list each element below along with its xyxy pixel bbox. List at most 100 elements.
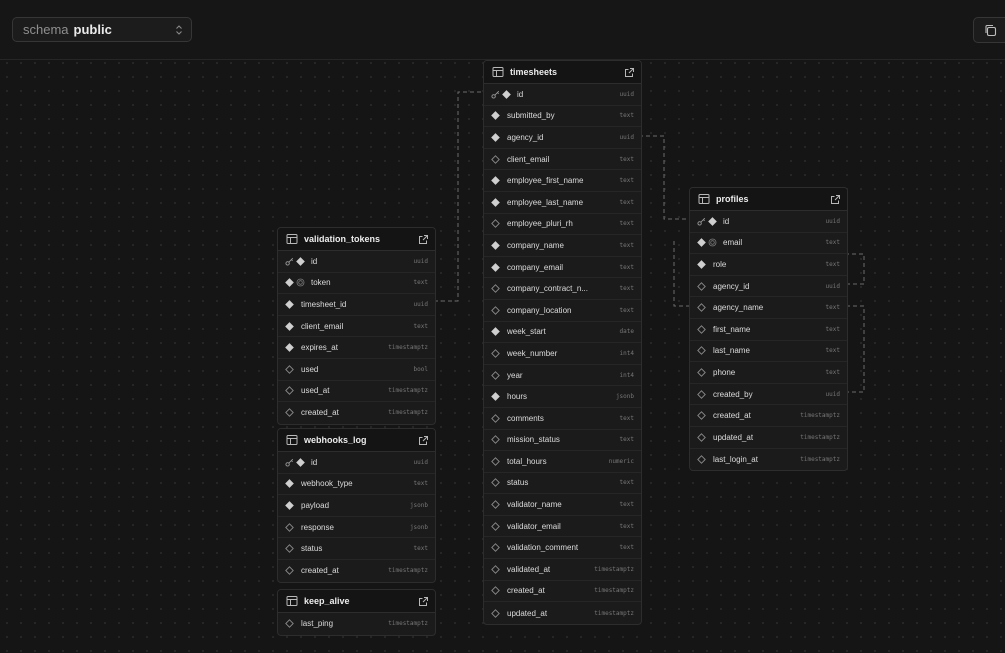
column-row[interactable]: phone text (690, 362, 847, 384)
column-name: year (507, 370, 523, 380)
column-row[interactable]: client_email text (278, 316, 435, 338)
column-type: text (619, 177, 634, 185)
nullable-diamond-icon (285, 364, 294, 374)
column-icons (285, 544, 297, 554)
column-row[interactable]: agency_id uuid (690, 276, 847, 298)
column-row[interactable]: created_at timestamptz (690, 405, 847, 427)
column-row[interactable]: created_at timestamptz (278, 560, 435, 582)
column-name: token (311, 278, 331, 288)
table-card-timesheets[interactable]: timesheets id uuid submitted_by text agency_i… (483, 60, 642, 625)
column-row[interactable]: week_start date (484, 322, 641, 344)
external-link-icon[interactable] (418, 596, 429, 607)
external-link-icon[interactable] (830, 194, 841, 205)
column-row[interactable]: status text (278, 538, 435, 560)
column-row[interactable]: created_at timestamptz (484, 581, 641, 603)
column-row[interactable]: updated_at timestamptz (484, 602, 641, 624)
column-type: text (619, 501, 634, 509)
column-name: last_name (713, 346, 750, 356)
column-row[interactable]: expires_at timestamptz (278, 337, 435, 359)
column-name: email (723, 238, 743, 248)
column-row[interactable]: agency_name text (690, 297, 847, 319)
column-row[interactable]: total_hours numeric (484, 451, 641, 473)
column-row[interactable]: employee_last_name text (484, 192, 641, 214)
column-icons (285, 278, 307, 288)
column-row[interactable]: response jsonb (278, 517, 435, 539)
column-row[interactable]: company_contract_n... text (484, 278, 641, 300)
schema-select[interactable]: schema public (12, 17, 192, 42)
table-header[interactable]: timesheets (484, 61, 641, 84)
column-row[interactable]: validator_name text (484, 494, 641, 516)
column-row[interactable]: agency_id uuid (484, 127, 641, 149)
column-type: timestamptz (594, 587, 634, 595)
not-null-diamond-icon (708, 216, 717, 226)
nullable-diamond-icon (491, 478, 500, 488)
column-row[interactable]: status text (484, 473, 641, 495)
table-card-profiles[interactable]: profiles id uuid email text role text agency_id… (689, 187, 848, 472)
column-row[interactable]: employee_pluri_rh text (484, 214, 641, 236)
table-card-validation-tokens[interactable]: validation_tokens id uuid token text timeshee… (277, 227, 436, 425)
column-type: jsonb (409, 501, 428, 509)
nullable-diamond-icon (697, 281, 706, 291)
column-row[interactable]: year int4 (484, 365, 641, 387)
column-name: created_at (301, 566, 339, 576)
column-row[interactable]: client_email text (484, 149, 641, 171)
table-card-webhooks-log[interactable]: webhooks_log id uuid webhook_type text payloa… (277, 428, 436, 583)
table-header[interactable]: webhooks_log (278, 429, 435, 452)
column-row[interactable]: mission_status text (484, 430, 641, 452)
column-type: text (825, 304, 840, 312)
column-row[interactable]: last_ping timestamptz (278, 613, 435, 635)
column-row[interactable]: first_name text (690, 319, 847, 341)
table-header[interactable]: keep_alive (278, 590, 435, 613)
column-row[interactable]: company_name text (484, 235, 641, 257)
column-row[interactable]: validation_comment text (484, 537, 641, 560)
column-row[interactable]: created_at timestamptz (278, 402, 435, 424)
column-row[interactable]: role text (690, 254, 847, 276)
column-row[interactable]: submitted_by text (484, 106, 641, 128)
external-link-icon[interactable] (418, 435, 429, 446)
column-row[interactable]: id uuid (484, 84, 641, 106)
column-row[interactable]: employee_first_name text (484, 170, 641, 192)
not-null-diamond-icon (697, 260, 706, 269)
column-icons (491, 457, 503, 466)
column-row[interactable]: used_at timestamptz (278, 381, 435, 403)
column-row[interactable]: hours jsonb (484, 386, 641, 408)
column-name: total_hours (507, 456, 547, 466)
external-link-icon[interactable] (624, 67, 635, 78)
column-row[interactable]: last_login_at timestamptz (690, 449, 847, 471)
column-row[interactable]: token text (278, 273, 435, 295)
column-row[interactable]: webhook_type text (278, 474, 435, 496)
column-row[interactable]: company_location text (484, 300, 641, 322)
column-row[interactable]: updated_at timestamptz (690, 427, 847, 449)
column-row[interactable]: id uuid (278, 452, 435, 474)
table-header[interactable]: validation_tokens (278, 228, 435, 251)
table-card-keep-alive[interactable]: keep_alive last_ping timestamptz (277, 589, 436, 636)
external-link-icon[interactable] (418, 234, 429, 245)
column-name: payload (301, 500, 330, 510)
column-name: validated_at (507, 564, 551, 574)
nullable-diamond-icon (697, 389, 706, 399)
column-row[interactable]: validated_at timestamptz (484, 559, 641, 581)
column-row[interactable]: comments text (484, 408, 641, 430)
column-row[interactable]: id uuid (278, 251, 435, 273)
column-icons (285, 343, 297, 353)
column-row[interactable]: used bool (278, 359, 435, 381)
column-type: text (619, 112, 634, 120)
column-row[interactable]: week_number int4 (484, 343, 641, 365)
column-row[interactable]: last_name text (690, 341, 847, 363)
column-row[interactable]: payload jsonb (278, 495, 435, 517)
column-type: bool (413, 365, 428, 373)
column-name: last_login_at (713, 454, 758, 464)
column-type: int4 (619, 371, 634, 379)
column-icons (491, 413, 503, 423)
column-row[interactable]: created_by uuid (690, 384, 847, 406)
column-row[interactable]: validator_email text (484, 516, 641, 538)
copy-button[interactable] (973, 17, 1005, 43)
column-row[interactable]: id uuid (690, 211, 847, 233)
column-row[interactable]: timesheet_id uuid (278, 294, 435, 316)
column-type: timestamptz (800, 412, 840, 420)
table-name: timesheets (510, 67, 558, 77)
column-row[interactable]: email text (690, 233, 847, 255)
column-type: timestamptz (388, 567, 428, 575)
table-header[interactable]: profiles (690, 188, 847, 211)
column-row[interactable]: company_email text (484, 257, 641, 279)
